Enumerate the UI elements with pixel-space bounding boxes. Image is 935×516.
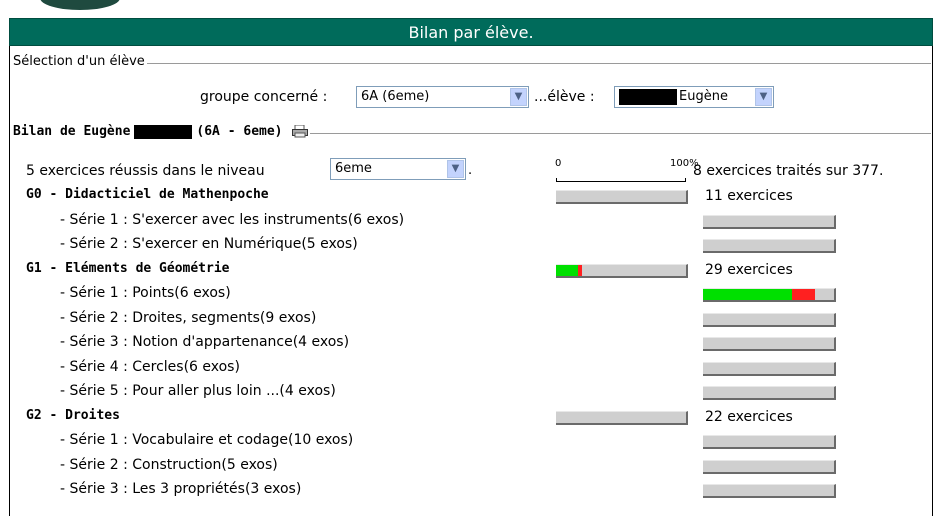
series-progress-bar	[703, 361, 836, 376]
redacted-name	[134, 124, 193, 139]
group-count: 22 exercices	[705, 408, 793, 425]
group-progress-bar	[556, 190, 688, 204]
bilan-legend-prefix: Bilan de Eugène	[13, 124, 131, 139]
success-fill	[703, 289, 793, 300]
success-line: 5 exercices réussis dans le niveau	[26, 163, 265, 179]
scale-min: 0	[555, 158, 562, 169]
series-progress-bar	[703, 312, 836, 327]
series-progress-bar	[703, 386, 836, 400]
series-progress-bar	[703, 484, 836, 498]
success-prefix: 5 exercices réussis dans le niveau	[26, 163, 265, 179]
series-progress-bar	[703, 459, 836, 474]
student-select-value: Eugène	[679, 89, 728, 104]
page-header: Bilan par élève.	[9, 18, 933, 46]
treated-count: 8 exercices traités sur 377.	[693, 163, 884, 179]
student-select[interactable]: Eugène ▼	[614, 86, 774, 108]
series-item[interactable]: - Série 1 : S'exercer avec les instrumen…	[60, 212, 404, 228]
bilan-legend: Bilan de Eugène (6A - 6eme)	[11, 124, 311, 139]
group-select[interactable]: 6A (6eme) ▼	[356, 86, 529, 108]
series-progress-bar	[703, 337, 836, 351]
series-item[interactable]: - Série 2 : Droites, segments(9 exos)	[60, 310, 316, 326]
printer-icon[interactable]	[292, 125, 309, 138]
series-item[interactable]: - Série 5 : Pour aller plus loin ...(4 e…	[60, 383, 336, 399]
fail-fill	[578, 264, 583, 276]
chevron-down-icon[interactable]: ▼	[510, 88, 527, 106]
group-label: groupe concerné :	[200, 89, 328, 105]
series-item[interactable]: - Série 4 : Cercles(6 exos)	[60, 359, 240, 375]
series-item[interactable]: - Série 1 : Points(6 exos)	[60, 285, 231, 301]
success-fill	[556, 264, 579, 276]
student-label: ...élève :	[534, 89, 595, 105]
series-item[interactable]: - Série 2 : Construction(5 exos)	[60, 457, 278, 473]
group-select-value: 6A (6eme)	[361, 89, 430, 104]
success-suffix: .	[468, 163, 473, 178]
redacted-name	[619, 88, 677, 105]
series-progress-bar	[703, 214, 836, 229]
group-progress-bar	[556, 410, 688, 425]
group-count: 11 exercices	[705, 188, 793, 204]
series-progress-bar	[703, 288, 836, 302]
level-select-value: 6eme	[335, 161, 372, 176]
level-select[interactable]: 6eme ▼	[330, 158, 466, 180]
series-item[interactable]: - Série 1 : Vocabulaire et codage(10 exo…	[60, 432, 353, 448]
bilan-legend-suffix: (6A - 6eme)	[196, 124, 283, 139]
scale-axis	[556, 178, 686, 182]
series-item[interactable]: - Série 3 : Notion d'appartenance(4 exos…	[60, 334, 349, 350]
selection-rule	[11, 63, 931, 64]
group-title: G1 - Eléments de Géométrie	[26, 260, 230, 276]
series-progress-bar	[703, 435, 836, 449]
chevron-down-icon[interactable]: ▼	[447, 160, 464, 178]
group-count: 29 exercices	[705, 261, 793, 278]
group-title: G2 - Droites	[26, 407, 120, 423]
top-strip	[0, 0, 935, 18]
page-title: Bilan par élève.	[408, 23, 534, 42]
series-item[interactable]: - Série 3 : Les 3 propriétés(3 exos)	[60, 481, 301, 497]
series-item[interactable]: - Série 2 : S'exercer en Numérique(5 exo…	[60, 236, 358, 252]
fail-fill	[792, 289, 815, 300]
group-progress-bar	[556, 263, 688, 278]
group-title: G0 - Didacticiel de Mathenpoche	[26, 187, 269, 202]
selection-legend: Sélection d'un élève	[11, 54, 147, 69]
chevron-down-icon[interactable]: ▼	[755, 88, 772, 106]
series-progress-bar	[703, 239, 836, 253]
